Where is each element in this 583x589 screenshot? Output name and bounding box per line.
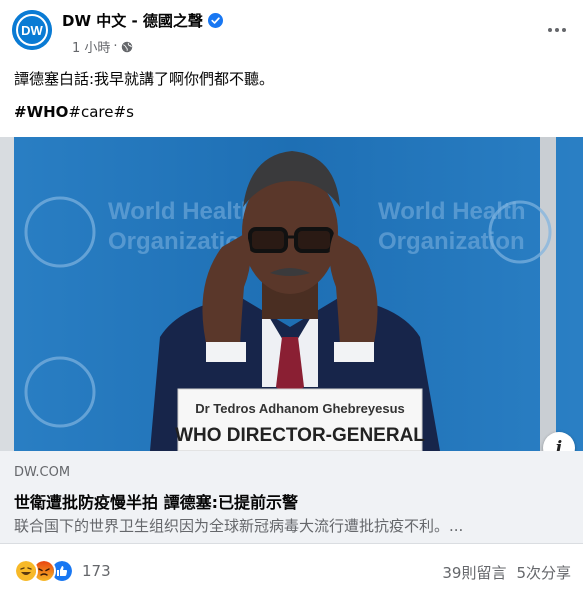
page-avatar[interactable]: DW	[12, 10, 52, 50]
post-photo[interactable]: World Health Organization World Health O…	[0, 137, 583, 451]
svg-text:DW: DW	[21, 23, 43, 38]
photo-illustration: World Health Organization World Health O…	[0, 137, 583, 451]
haha-icon	[14, 559, 38, 583]
post-header: DW DW 中文 - 德國之聲 1 小時 ·	[0, 0, 583, 60]
link-description: 联合国下的世界卫生组织因为全球新冠病毒大流行遭批抗疫不利。...	[14, 517, 464, 535]
post-text: 譚德塞白話:我早就講了啊你們都不聽。	[14, 70, 275, 88]
globe-icon[interactable]	[121, 41, 133, 53]
page-name-label[interactable]: DW 中文 - 德國之聲	[62, 10, 203, 31]
shares-count[interactable]: 5次分享	[516, 562, 571, 583]
more-options-icon[interactable]	[545, 20, 569, 40]
link-domain: DW.COM	[14, 465, 71, 480]
comments-count[interactable]: 39則留言	[442, 562, 506, 583]
engagement-stats: 39則留言 5次分享	[442, 562, 571, 583]
meta-separator: ·	[113, 39, 118, 54]
page-name[interactable]: DW 中文 - 德國之聲	[62, 10, 223, 31]
hashtag-care[interactable]: #care#s	[68, 103, 133, 121]
bg-text-3: World Health	[378, 198, 526, 225]
bg-text-4: Organization	[378, 228, 525, 255]
verified-badge-icon	[207, 13, 223, 28]
dw-logo-icon: DW	[12, 10, 52, 50]
link-headline[interactable]: 世衛遭批防疫慢半拍 譚德塞:已提前示警	[14, 489, 298, 513]
more-dot	[562, 28, 566, 32]
hashtag-who[interactable]: #WHO	[14, 103, 68, 121]
post-hashtags: #WHO#care#s	[14, 103, 134, 121]
more-dot	[548, 28, 552, 32]
nameplate-line-2: WHO DIRECTOR-GENERAL	[175, 425, 425, 446]
nameplate-line-1: Dr Tedros Adhanom Ghebreyesus	[195, 401, 405, 416]
reaction-count[interactable]: 173	[82, 562, 111, 580]
bg-text-1: World Health	[108, 198, 256, 225]
reaction-summary[interactable]: 173	[14, 559, 111, 583]
more-dot	[555, 28, 559, 32]
post-meta: 1 小時 ·	[72, 37, 133, 56]
post-time[interactable]: 1 小時	[72, 37, 110, 56]
